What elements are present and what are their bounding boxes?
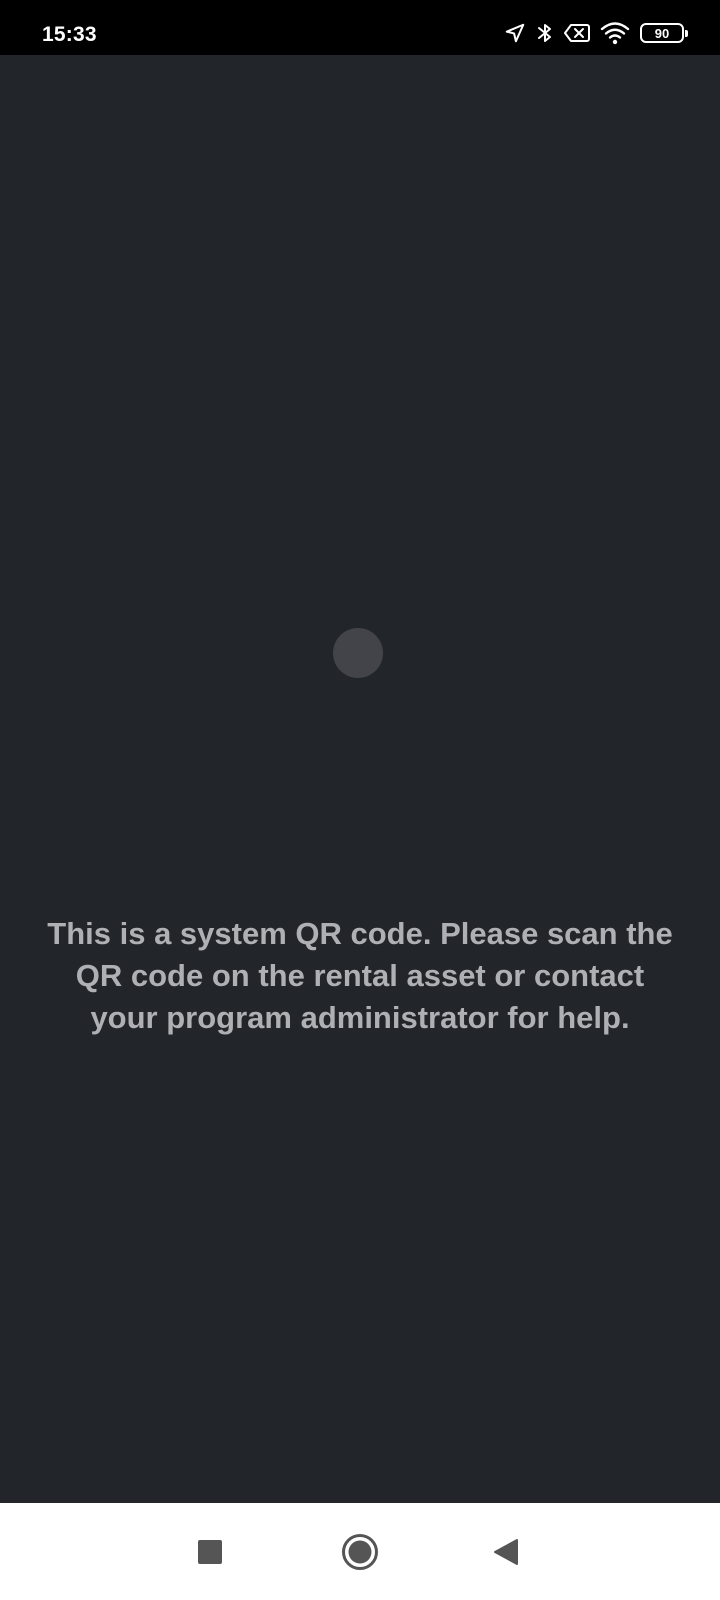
system-qr-message: This is a system QR code. Please scan th… — [47, 916, 673, 1035]
location-arrow-icon — [505, 23, 525, 43]
loading-spinner-icon — [333, 628, 383, 678]
status-time: 15:33 — [42, 23, 97, 46]
home-button[interactable] — [320, 1503, 400, 1600]
recents-button[interactable] — [170, 1503, 250, 1600]
status-icons: 90 — [504, 20, 688, 46]
wifi-icon — [600, 22, 630, 45]
square-icon — [198, 1539, 222, 1564]
battery-icon: 90 — [640, 23, 688, 43]
navigation-bar — [0, 1503, 720, 1600]
back-triangle-icon — [494, 1538, 518, 1565]
main-content: This is a system QR code. Please scan th… — [0, 55, 720, 1503]
battery-level: 90 — [654, 25, 670, 41]
status-bar: 15:33 90 — [0, 0, 720, 55]
bluetooth-icon — [538, 24, 551, 42]
circle-icon — [342, 1533, 378, 1570]
no-sim-icon — [564, 24, 590, 42]
back-button[interactable] — [466, 1503, 546, 1600]
